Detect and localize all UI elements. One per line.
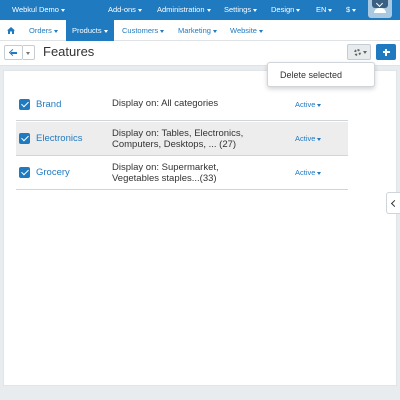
feature-display: Display on: All categories: [112, 98, 219, 109]
chevron-down-icon: [317, 103, 322, 107]
addons-menu[interactable]: Add-ons: [108, 0, 142, 20]
back-history-toggle[interactable]: [23, 45, 35, 60]
store-label: Webkul Demo: [12, 5, 59, 14]
feature-name[interactable]: Electronics: [36, 133, 82, 144]
chevron-down-icon: [103, 29, 108, 33]
nav-products-label: Products: [72, 26, 102, 35]
chevron-down-icon: [137, 8, 142, 12]
top-bar: Webkul Demo Add-ons Administration Setti…: [0, 0, 400, 20]
chevron-down-icon: [317, 171, 322, 175]
settings-button[interactable]: [347, 44, 371, 60]
chevron-down-icon: [53, 29, 58, 33]
design-label: Design: [271, 5, 295, 14]
administration-label: Administration: [157, 5, 205, 14]
nav-website-label: Website: [230, 26, 257, 35]
chevron-down-icon: [253, 8, 258, 12]
settings-label: Settings: [224, 5, 252, 14]
language-label: EN: [316, 5, 327, 14]
chevron-down-icon: [26, 52, 30, 55]
status-label: Active: [295, 168, 316, 177]
currency-label: $: [346, 5, 351, 14]
nav-customers[interactable]: Customers: [122, 20, 165, 41]
nav-products[interactable]: Products: [66, 20, 114, 41]
page-title: Features: [43, 44, 95, 59]
main-nav: Orders Products Customers Marketing Webs…: [0, 20, 400, 41]
administration-menu[interactable]: Administration: [157, 0, 211, 20]
chevron-down-icon: [206, 8, 211, 12]
add-feature-button[interactable]: [376, 44, 396, 60]
settings-dropdown: Delete selected: [267, 62, 375, 87]
features-list: Brand Display on: All categories Active …: [3, 70, 397, 386]
status-label: Active: [295, 100, 316, 109]
chevron-down-icon: [328, 8, 333, 12]
chevron-down-icon: [258, 29, 263, 33]
feature-row-brand[interactable]: Brand Display on: All categories Active: [16, 88, 348, 121]
gear-icon: [354, 49, 361, 56]
status-label: Active: [295, 134, 316, 143]
settings-menu[interactable]: Settings: [224, 0, 258, 20]
checkbox[interactable]: [19, 99, 30, 110]
nav-marketing[interactable]: Marketing: [178, 20, 217, 41]
design-menu[interactable]: Design: [271, 0, 301, 20]
currency-menu[interactable]: $: [346, 0, 357, 20]
status-dropdown[interactable]: Active: [295, 168, 322, 177]
nav-website[interactable]: Website: [230, 20, 263, 41]
feature-row-grocery[interactable]: Grocery Display on: Supermarket, Vegetab…: [16, 156, 348, 190]
chevron-down-icon: [296, 8, 301, 12]
chevron-down-icon: [317, 137, 322, 141]
feature-display: Display on: Supermarket, Vegetables stap…: [112, 162, 219, 184]
feature-display: Display on: Tables, Electronics, Compute…: [112, 128, 244, 150]
chevron-down-icon: [60, 8, 65, 12]
chevron-down-icon: [160, 29, 165, 33]
feature-name[interactable]: Brand: [36, 99, 61, 110]
user-dropdown-toggle[interactable]: [372, 0, 388, 8]
home-icon[interactable]: [7, 27, 15, 34]
store-menu[interactable]: Webkul Demo: [12, 0, 65, 20]
chevron-down-icon: [352, 8, 357, 12]
delete-selected-option[interactable]: Delete selected: [280, 70, 342, 80]
nav-customers-label: Customers: [122, 26, 159, 35]
nav-orders[interactable]: Orders: [29, 20, 58, 41]
nav-orders-label: Orders: [29, 26, 52, 35]
feature-row-electronics[interactable]: Electronics Display on: Tables, Electron…: [16, 122, 348, 156]
chevron-down-icon: [212, 29, 217, 33]
status-dropdown[interactable]: Active: [295, 134, 322, 143]
checkbox[interactable]: [19, 167, 30, 178]
sidebar-toggle[interactable]: [386, 192, 400, 214]
feature-name[interactable]: Grocery: [36, 167, 70, 178]
back-button[interactable]: [4, 45, 23, 60]
chevron-down-icon: [363, 51, 367, 54]
addons-label: Add-ons: [108, 5, 136, 14]
nav-marketing-label: Marketing: [178, 26, 211, 35]
checkbox[interactable]: [19, 133, 30, 144]
status-dropdown[interactable]: Active: [295, 100, 322, 109]
language-menu[interactable]: EN: [316, 0, 333, 20]
